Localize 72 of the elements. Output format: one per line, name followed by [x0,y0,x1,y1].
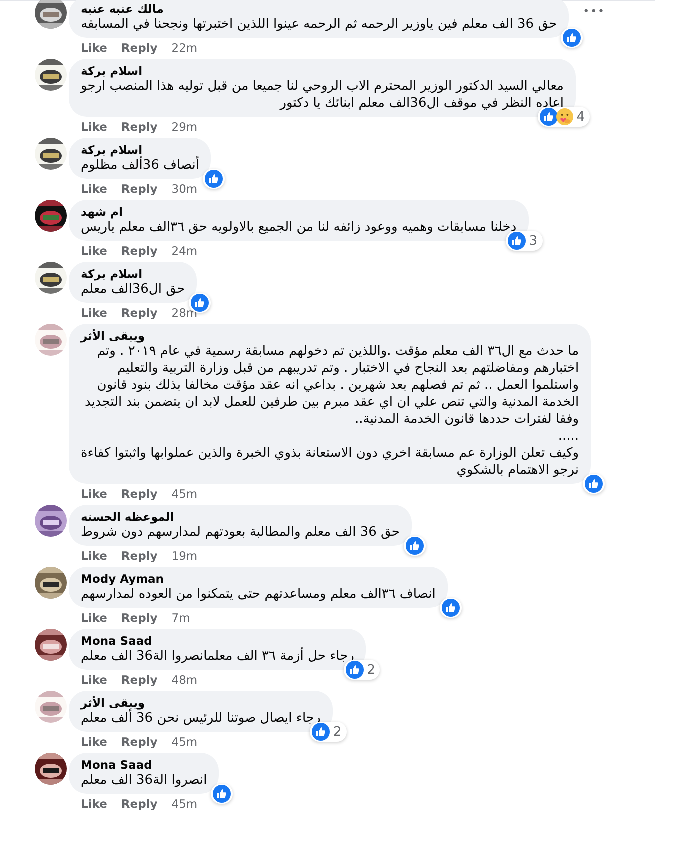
commenter-name[interactable]: اسلام بركة [81,143,200,157]
commenter-name[interactable]: Mona Saad [81,758,208,772]
more-options-button[interactable]: ••• [579,0,610,26]
comment-time[interactable]: 45m [172,735,198,749]
like-icon [563,29,582,47]
like-icon [406,537,424,555]
comment-time[interactable]: 30m [172,182,198,196]
reply-link[interactable]: Reply [121,306,158,320]
reply-link[interactable]: Reply [121,673,158,687]
like-link[interactable]: Like [81,306,108,320]
comment-time[interactable]: 45m [172,797,198,811]
comment-time[interactable]: 45m [172,487,198,501]
like-icon [540,108,558,126]
comment-text: ما حدث مع ال٣٦ الف معلم مؤقت .واللذين تم دخولهم مسابقة رسمية في عام ٢٠١٩ . وتم اختبارهم ومفاضلتهم بعد النجاح في الاختبار . وتم تدريبهم من قبل وزارة التربية والتعليم واستلموا العمل .. ثم تم فصلهم بعد شهرين . بداعي انه عقد مؤقت مخالفا بذلك بنود قانون الخدمة المدنية والتي تنص علي ان اي عقد مبرم بين طرفين للعمل لابد ان يتضمن بند التجديد وفقا لفترات حددها قانون الخدمة المدنية.. ..... وكيف تعلن الوزارة عم مسابقة اخري دون الاستعانة بذوي الخبرة والذين عملوابها واثبتوا كفاءة نرجو الاهتمام بالشكوي [81,343,580,479]
like-icon [213,785,232,803]
reaction-count[interactable]: 2 [344,660,380,680]
like-link[interactable]: Like [81,735,108,749]
reaction-count[interactable] [211,784,234,804]
commenter-name[interactable]: Mona Saad [81,634,354,648]
hug-emoji-icon [556,108,574,126]
like-link[interactable]: Like [81,549,108,563]
comment-text: حق ال36الف معلم [81,281,185,298]
comment-time[interactable]: 19m [172,549,198,563]
comment-time[interactable]: 29m [172,120,198,134]
reply-link[interactable]: Reply [121,487,158,501]
reaction-count[interactable] [203,169,226,189]
commenter-name[interactable]: Mody Ayman [81,572,436,586]
commenter-name[interactable]: مالك عنبه عنبه [81,2,558,16]
commenter-name[interactable]: اسلام بركة [81,64,564,78]
like-link[interactable]: Like [81,487,108,501]
like-link[interactable]: Like [81,611,108,625]
like-icon [442,599,460,617]
reply-link[interactable]: Reply [121,797,158,811]
commenter-name[interactable]: اسلام بركة [81,267,185,281]
like-icon [346,661,364,679]
like-link[interactable]: Like [81,41,108,55]
comment-time[interactable]: 24m [172,244,198,258]
reaction-count[interactable] [583,474,606,494]
comment-text: انصاف ٣٦الف معلم ومساعدتهم حتى يتمكنوا من العوده لمدارسهم [81,586,436,603]
commenter-name[interactable]: ويبقى الأثر [81,696,321,710]
reaction-count[interactable]: 3 [506,231,543,251]
reply-link[interactable]: Reply [121,244,158,258]
comment-time[interactable]: 22m [172,41,198,55]
reply-link[interactable]: Reply [121,549,158,563]
comment-time[interactable]: 48m [172,673,198,687]
like-link[interactable]: Like [81,182,108,196]
reaction-count[interactable]: 4 [538,107,590,127]
comment-text: حق 36 الف معلم والمطالبة بعودتهم لمدارسهم دون شروط [81,524,400,541]
reply-link[interactable]: Reply [121,41,158,55]
like-icon [312,723,330,741]
reaction-count[interactable] [561,28,584,48]
comment-text: حق 36 الف معلم فين ياوزير الرحمه ثم الرحمه عينوا اللذين اختبرتها ونجحنا في المسابقه [81,16,558,33]
like-icon [205,170,224,188]
like-link[interactable]: Like [81,797,108,811]
like-icon [508,232,526,250]
comment-text: انصروا الة36 الف معلم [81,772,208,789]
commenter-name[interactable]: ام شهد [81,205,517,219]
reply-link[interactable]: Reply [121,182,158,196]
like-link[interactable]: Like [81,120,108,134]
reaction-count[interactable] [440,598,462,618]
commenter-name[interactable]: ويبقى الأثر [81,329,580,343]
commenter-name[interactable]: الموعظه الحسنه [81,510,400,524]
reply-link[interactable]: Reply [121,611,158,625]
comment-time[interactable]: 7m [172,611,190,625]
comment-text: أنصاف 36ألف مظلوم [81,157,200,174]
reaction-count[interactable] [404,536,426,556]
reply-link[interactable]: Reply [121,120,158,134]
reaction-count[interactable]: 2 [310,722,347,742]
reply-link[interactable]: Reply [121,735,158,749]
like-link[interactable]: Like [81,673,108,687]
like-link[interactable]: Like [81,244,108,258]
like-icon [585,475,604,493]
